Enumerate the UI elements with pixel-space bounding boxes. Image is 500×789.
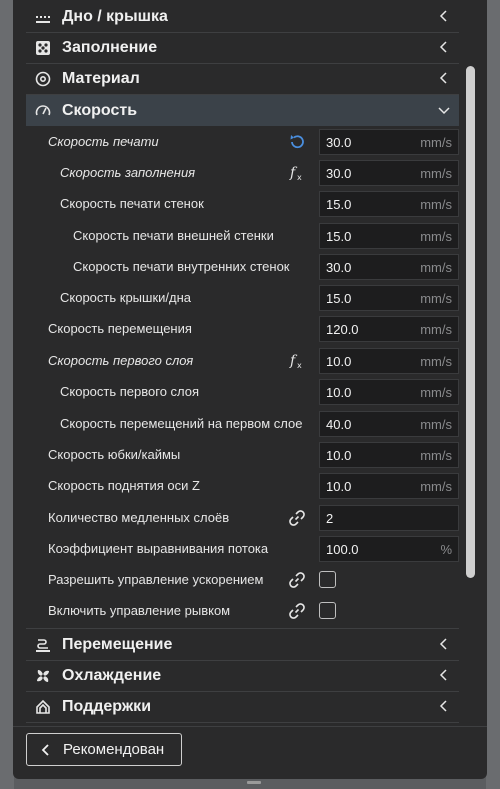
setting-infill-speed: Скорость заполнения fx 30.0 mm/s bbox=[26, 159, 459, 187]
panel-divider bbox=[13, 726, 487, 727]
skirt-brim-speed-input[interactable]: 10.0 mm/s bbox=[319, 442, 459, 468]
setting-label: Скорость крышки/дна bbox=[60, 290, 191, 305]
chevron-left-icon bbox=[39, 743, 53, 757]
setting-label: Скорость печати внешней стенки bbox=[73, 228, 274, 243]
section-label: Скорость bbox=[62, 101, 138, 119]
chevron-left-icon bbox=[437, 9, 451, 23]
initial-layer-speed-input[interactable]: 10.0 mm/s bbox=[319, 348, 459, 374]
setting-label: Скорость перемещения bbox=[48, 321, 192, 336]
setting-travel-speed: Скорость перемещения 120.0 mm/s bbox=[26, 315, 459, 343]
speed-icon bbox=[34, 102, 52, 120]
setting-initial-layer-print-speed: Скорость первого слоя 10.0 mm/s bbox=[26, 378, 459, 406]
setting-z-hop-speed: Скорость поднятия оси Z 10.0 mm/s bbox=[26, 472, 459, 500]
section-cooling[interactable]: Охлаждение bbox=[26, 660, 459, 692]
setting-label: Скорость поднятия оси Z bbox=[48, 478, 200, 493]
material-icon bbox=[34, 70, 52, 88]
initial-layer-travel-speed-input[interactable]: 40.0 mm/s bbox=[319, 411, 459, 437]
jerk-control-checkbox[interactable] bbox=[319, 602, 336, 619]
setting-skirt-brim-speed: Скорость юбки/каймы 10.0 mm/s bbox=[26, 441, 459, 469]
panel-resize-handle[interactable] bbox=[247, 781, 261, 784]
setting-flow-equalization: Коэффициент выравнивания потока 100.0% bbox=[26, 535, 459, 563]
infill-icon bbox=[34, 39, 52, 57]
section-label: Перемещение bbox=[62, 635, 173, 653]
infill-speed-input[interactable]: 30.0 mm/s bbox=[319, 160, 459, 186]
initial-layer-print-speed-input[interactable]: 10.0 mm/s bbox=[319, 379, 459, 405]
link-icon bbox=[288, 602, 306, 620]
setting-label: Скорость первого слоя bbox=[60, 384, 200, 399]
slow-layers-input[interactable]: 2 bbox=[319, 505, 459, 531]
section-bottom-top[interactable]: Дно / крышка bbox=[26, 1, 459, 33]
travel-speed-input[interactable]: 120.0 mm/s bbox=[319, 316, 459, 342]
acceleration-control-checkbox[interactable] bbox=[319, 571, 336, 588]
setting-top-bottom-speed: Скорость крышки/дна 15.0 mm/s bbox=[26, 284, 459, 312]
section-support[interactable]: Поддержки bbox=[26, 691, 459, 723]
z-hop-speed-input[interactable]: 10.0 mm/s bbox=[319, 473, 459, 499]
section-travel[interactable]: Перемещение bbox=[26, 628, 459, 661]
setting-outer-wall-speed: Скорость печати внешней стенки 15.0 mm/s bbox=[26, 222, 459, 250]
setting-label: Скорость юбки/каймы bbox=[48, 447, 181, 462]
travel-icon bbox=[34, 636, 52, 654]
flow-equalization-input[interactable]: 100.0% bbox=[319, 536, 459, 562]
setting-label: Скорость печати стенок bbox=[60, 196, 204, 211]
setting-label: Скорость печати внутренних стенок bbox=[73, 259, 290, 274]
section-label: Охлаждение bbox=[62, 666, 162, 684]
print-speed-input[interactable]: 30.0 mm/s bbox=[319, 129, 459, 155]
section-label: Поддержки bbox=[62, 697, 152, 715]
setting-label: Скорость первого слоя bbox=[48, 353, 194, 368]
reset-icon[interactable] bbox=[288, 133, 306, 151]
section-label: Дно / крышка bbox=[62, 7, 168, 25]
setting-label: Скорость перемещений на первом слое bbox=[60, 416, 303, 431]
function-icon: fx bbox=[288, 164, 306, 182]
chevron-left-icon bbox=[437, 637, 451, 651]
section-label: Заполнение bbox=[62, 38, 158, 56]
setting-wall-speed: Скорость печати стенок 15.0 mm/s bbox=[26, 190, 459, 218]
chevron-left-icon bbox=[437, 668, 451, 682]
setting-print-speed: Скорость печати 30.0 mm/s bbox=[26, 128, 459, 156]
recommended-button[interactable]: Рекомендован bbox=[26, 733, 182, 766]
link-icon bbox=[288, 571, 306, 589]
svg-text:x: x bbox=[297, 361, 302, 370]
top-bottom-speed-input[interactable]: 15.0 mm/s bbox=[319, 285, 459, 311]
setting-label: Скорость печати bbox=[48, 134, 159, 149]
wall-speed-input[interactable]: 15.0 mm/s bbox=[319, 191, 459, 217]
background-left bbox=[0, 0, 14, 789]
settings-scrollbar[interactable] bbox=[466, 66, 475, 578]
link-icon bbox=[288, 509, 306, 527]
support-icon bbox=[34, 698, 52, 716]
section-label: Материал bbox=[62, 69, 140, 87]
setting-inner-wall-speed: Скорость печати внутренних стенок 30.0 mm… bbox=[26, 253, 459, 281]
bottom-top-icon bbox=[34, 8, 52, 26]
inner-wall-speed-input[interactable]: 30.0 mm/s bbox=[319, 254, 459, 280]
chevron-left-icon bbox=[437, 40, 451, 54]
chevron-left-icon bbox=[437, 71, 451, 85]
chevron-left-icon bbox=[437, 699, 451, 713]
section-material[interactable]: Материал bbox=[26, 63, 459, 95]
setting-slow-layers: Количество медленных слоёв 2 bbox=[26, 504, 459, 532]
background-right bbox=[486, 0, 500, 789]
outer-wall-speed-input[interactable]: 15.0 mm/s bbox=[319, 223, 459, 249]
setting-initial-layer-travel-speed: Скорость перемещений на первом слое 40.0… bbox=[26, 410, 459, 438]
svg-text:x: x bbox=[297, 173, 302, 182]
setting-label: Скорость заполнения bbox=[60, 165, 196, 180]
section-speed[interactable]: Скорость bbox=[26, 95, 459, 126]
setting-jerk-control: Включить управление рывком bbox=[26, 597, 459, 625]
setting-initial-layer-speed: Скорость первого слоя fx 10.0 mm/s bbox=[26, 347, 459, 375]
cooling-icon bbox=[34, 667, 52, 685]
section-infill[interactable]: Заполнение bbox=[26, 32, 459, 64]
function-icon: fx bbox=[288, 352, 306, 370]
setting-label: Разрешить управление ускорением bbox=[48, 572, 264, 587]
setting-label: Количество медленных слоёв bbox=[48, 510, 230, 525]
setting-label: Включить управление рывком bbox=[48, 603, 231, 618]
setting-label: Коэффициент выравнивания потока bbox=[48, 541, 269, 556]
setting-acceleration-control: Разрешить управление ускорением bbox=[26, 566, 459, 594]
chevron-down-icon bbox=[437, 103, 451, 117]
recommended-button-label: Рекомендован bbox=[63, 741, 165, 758]
